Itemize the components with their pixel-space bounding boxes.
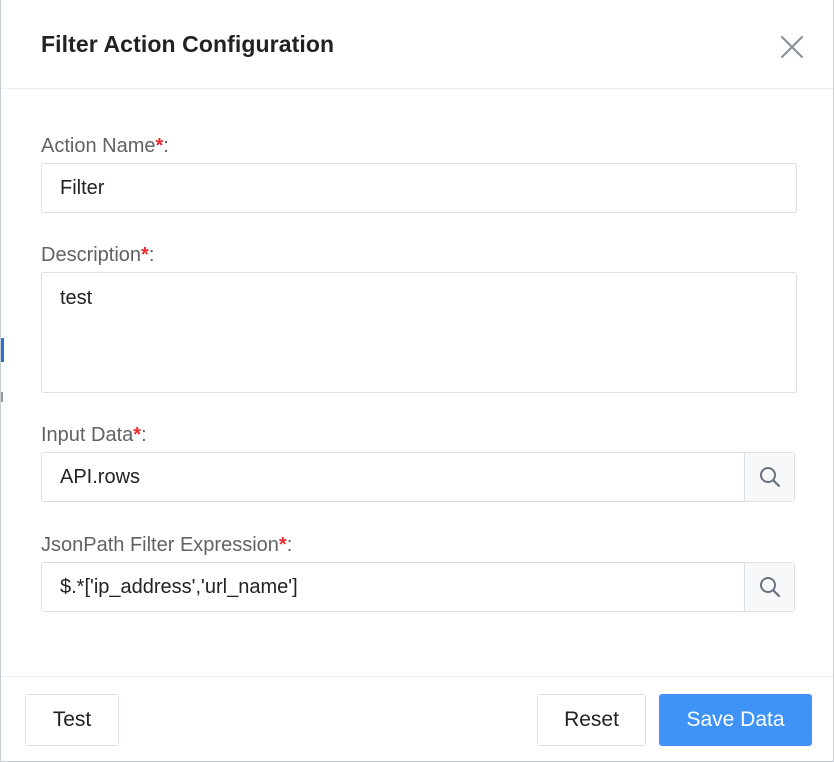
search-icon xyxy=(759,577,780,598)
description-value: test xyxy=(60,287,93,309)
jsonpath-label-text: JsonPath Filter Expression xyxy=(41,534,279,556)
description-label-text: Description xyxy=(41,244,142,266)
label-colon: : xyxy=(286,534,293,556)
save-data-button[interactable]: Save Data xyxy=(659,694,812,746)
dialog-footer: Test Reset Save Data xyxy=(1,676,833,762)
input-data-label: Input Data*: xyxy=(41,424,147,447)
reset-button[interactable]: Reset xyxy=(537,694,646,746)
label-colon: : xyxy=(141,424,147,446)
input-data-group: API.rows xyxy=(41,452,795,502)
label-colon: : xyxy=(148,244,155,266)
input-data-label-text: Input Data xyxy=(41,424,134,446)
jsonpath-input[interactable]: $.*['ip_address','url_name'] xyxy=(42,563,744,611)
action-name-label-text: Action Name xyxy=(41,135,156,157)
test-button[interactable]: Test xyxy=(25,694,119,746)
action-name-input[interactable]: Filter xyxy=(41,163,797,213)
input-data-input[interactable]: API.rows xyxy=(42,453,744,501)
description-textarea[interactable]: test xyxy=(41,272,797,393)
dialog-title: Filter Action Configuration xyxy=(41,31,335,57)
required-mark: * xyxy=(133,424,142,446)
background-edge-mark xyxy=(1,392,3,402)
jsonpath-value: $.*['ip_address','url_name'] xyxy=(60,575,298,598)
background-edge-accent xyxy=(1,338,4,362)
input-data-search-button[interactable] xyxy=(744,453,794,501)
filter-action-dialog: Filter Action Configuration Action Name*… xyxy=(0,0,834,762)
label-colon: : xyxy=(163,135,169,157)
required-mark: * xyxy=(278,534,287,556)
jsonpath-search-button[interactable] xyxy=(744,563,794,611)
action-name-label: Action Name*: xyxy=(41,135,169,158)
search-icon xyxy=(759,467,780,488)
description-label: Description*: xyxy=(41,244,154,267)
dialog-header: Filter Action Configuration xyxy=(1,0,833,89)
close-button[interactable] xyxy=(779,34,805,60)
required-mark: * xyxy=(141,244,149,266)
jsonpath-group: $.*['ip_address','url_name'] xyxy=(41,562,795,612)
action-name-value: Filter xyxy=(60,176,105,199)
jsonpath-label: JsonPath Filter Expression*: xyxy=(41,534,292,557)
input-data-value: API.rows xyxy=(60,465,141,488)
close-icon xyxy=(781,36,803,58)
